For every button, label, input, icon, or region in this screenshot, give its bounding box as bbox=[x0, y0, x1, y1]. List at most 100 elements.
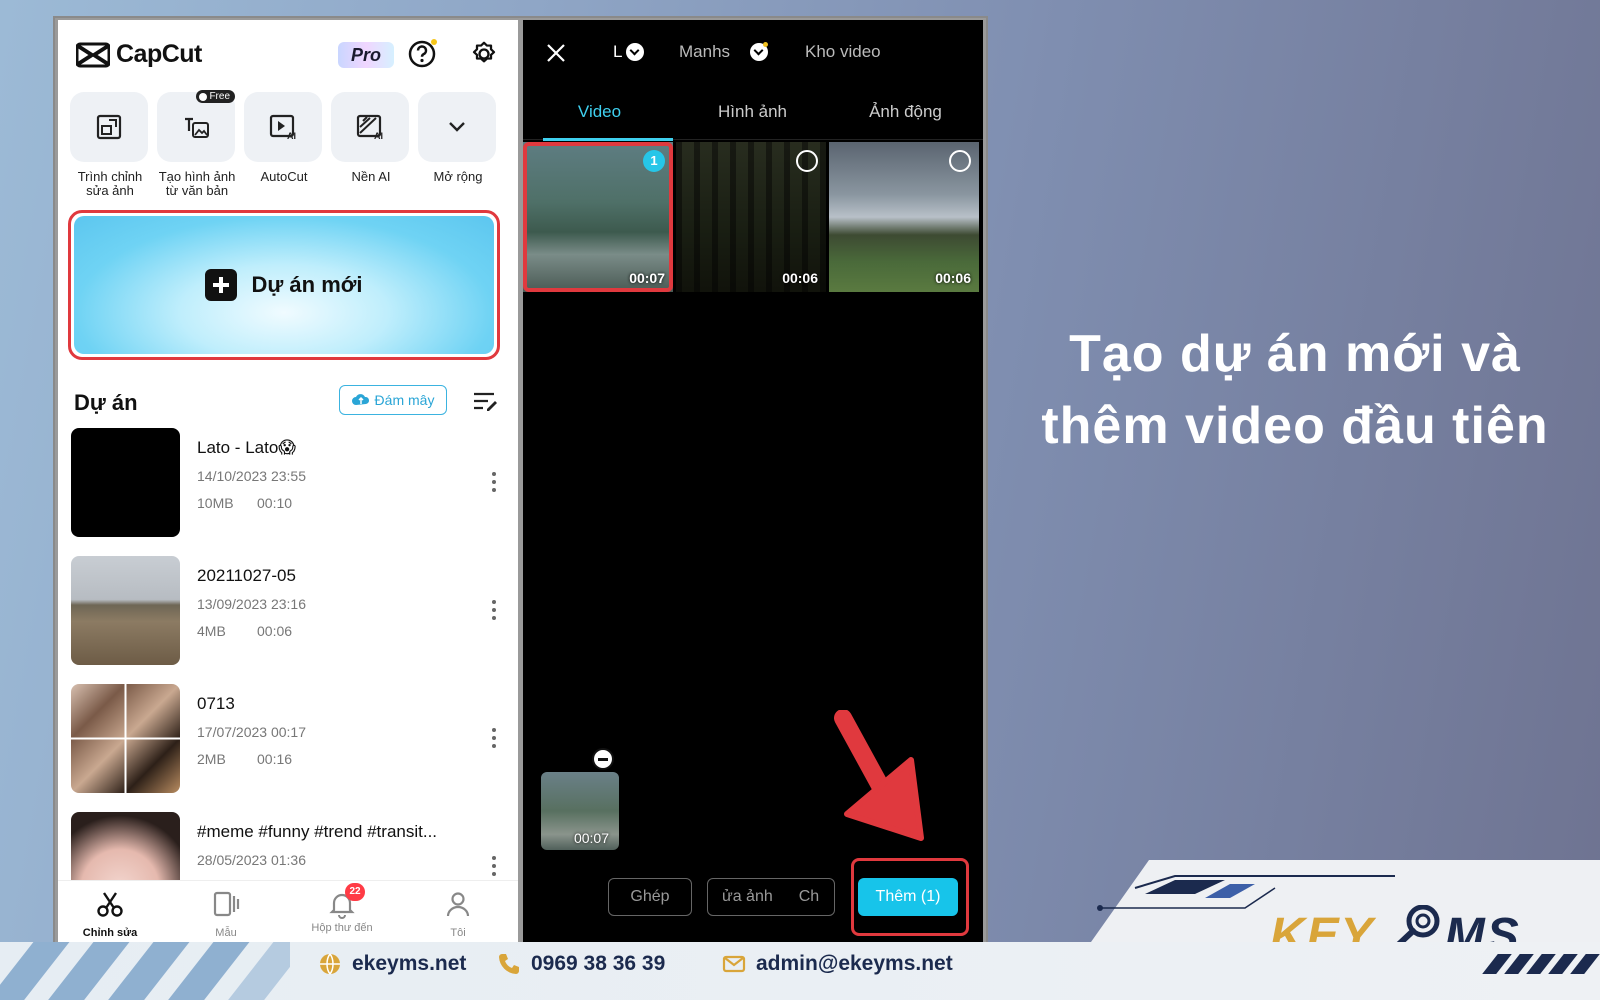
tab-gifs[interactable]: Ảnh động bbox=[829, 102, 982, 122]
media-duration: 00:06 bbox=[782, 270, 818, 286]
media-picker-screen: L Manhs Kho video Video Hình ảnh Ảnh độn… bbox=[523, 20, 983, 945]
tool-label: Mở rộng bbox=[433, 169, 483, 184]
tab-video[interactable]: Video bbox=[523, 102, 676, 122]
project-item[interactable]: 0713 17/07/2023 00:17 2MB 00:16 bbox=[71, 684, 501, 794]
merge-button[interactable]: Ghép bbox=[608, 878, 692, 916]
close-icon[interactable] bbox=[545, 42, 567, 64]
help-icon[interactable] bbox=[406, 38, 438, 70]
project-thumbnail bbox=[71, 556, 180, 665]
more-vertical-icon[interactable] bbox=[491, 728, 497, 750]
tool-ai-background[interactable]: AI Nền AI bbox=[331, 92, 411, 184]
app-header: CapCut Pro bbox=[58, 20, 518, 90]
new-project-highlight: Dự án mới bbox=[68, 210, 500, 360]
ai-background-icon: AI bbox=[356, 114, 383, 141]
red-arrow-annotation bbox=[834, 710, 924, 841]
project-date: 28/05/2023 01:36 bbox=[197, 852, 306, 868]
website-contact[interactable]: ekeyms.net bbox=[318, 952, 466, 976]
pro-button[interactable]: Pro bbox=[338, 42, 394, 68]
quick-tools: Trình chỉnh sửa ảnh Free Tạo hình ảnh từ… bbox=[70, 90, 510, 222]
picked-clip[interactable]: 00:07 bbox=[541, 772, 619, 850]
project-duration: 00:16 bbox=[257, 751, 293, 767]
add-button[interactable]: Thêm (1) bbox=[858, 878, 958, 916]
email-text: admin@ekeyms.net bbox=[756, 952, 953, 975]
video-library-tab[interactable]: Kho video bbox=[805, 42, 881, 62]
tool-ai-background-box[interactable]: AI bbox=[331, 92, 409, 162]
new-project-label: Dự án mới bbox=[251, 272, 363, 297]
project-date: 17/07/2023 00:17 bbox=[197, 724, 306, 740]
more-vertical-icon[interactable] bbox=[491, 472, 497, 494]
capcut-logo-icon bbox=[76, 42, 110, 67]
project-duration: 00:10 bbox=[257, 495, 293, 511]
cloud-button[interactable]: Đám mây bbox=[339, 385, 447, 415]
cloud-label: Đám mây bbox=[374, 392, 435, 408]
select-circle[interactable] bbox=[796, 150, 818, 172]
tool-photo-editor-box[interactable] bbox=[70, 92, 148, 162]
plus-icon bbox=[205, 269, 238, 301]
tool-photo-editor[interactable]: Trình chỉnh sửa ảnh bbox=[70, 92, 150, 198]
edit-photo-button[interactable]: ửa ảnh Ch bbox=[707, 878, 835, 916]
photo-editor-icon bbox=[96, 114, 122, 140]
picked-duration: 00:07 bbox=[573, 830, 609, 846]
project-thumbnail bbox=[71, 684, 180, 793]
tool-text-to-image-box[interactable]: Free bbox=[157, 90, 235, 162]
globe-icon bbox=[320, 953, 340, 975]
project-size: 10MB bbox=[197, 495, 234, 511]
headline-line-1: Tạo dự án mới và bbox=[1069, 325, 1521, 383]
selection-number: 1 bbox=[643, 150, 665, 172]
tool-text-to-image[interactable]: Free Tạo hình ảnh từ văn bản bbox=[157, 90, 237, 198]
capcut-home-screen: CapCut Pro Trình chỉnh sửa ảnh Free Tạo … bbox=[58, 20, 518, 945]
footer-stripes-right bbox=[1480, 954, 1600, 974]
remove-clip-icon[interactable] bbox=[592, 748, 614, 770]
media-item[interactable]: 00:06 bbox=[829, 142, 979, 292]
bell-wrap: 22 bbox=[327, 883, 365, 919]
tool-expand[interactable]: Mở rộng bbox=[418, 92, 498, 184]
settings-gear-icon[interactable] bbox=[468, 38, 500, 70]
tool-expand-box[interactable] bbox=[418, 92, 496, 162]
media-item[interactable]: 00:06 bbox=[676, 142, 826, 292]
project-title: Lato - Lato😱 bbox=[197, 438, 297, 457]
free-tag-label: Free bbox=[209, 91, 230, 102]
media-duration: 00:07 bbox=[629, 270, 665, 286]
headline-line-2: thêm video đầu tiên bbox=[1041, 397, 1549, 455]
free-tag: Free bbox=[196, 90, 235, 103]
new-project-button[interactable]: Dự án mới bbox=[74, 216, 494, 354]
project-title: 0713 bbox=[197, 694, 235, 713]
bottom-nav: Chỉnh sửa Mẫu 22 Hộp thư đến Tôi bbox=[58, 880, 518, 945]
new-dot bbox=[763, 42, 768, 47]
album-selector[interactable]: L bbox=[613, 42, 645, 62]
svg-text:AI: AI bbox=[287, 131, 296, 141]
tool-autocut-box[interactable]: AI bbox=[244, 92, 322, 162]
more-vertical-icon[interactable] bbox=[491, 600, 497, 622]
active-tab-indicator bbox=[543, 138, 673, 141]
footer-stripes bbox=[0, 942, 290, 1000]
headline: Tạo dự án mới và thêm video đầu tiên bbox=[1005, 318, 1585, 462]
email-contact[interactable]: admin@ekeyms.net bbox=[722, 952, 953, 976]
project-date: 14/10/2023 23:55 bbox=[197, 468, 306, 484]
tool-label: AutoCut bbox=[260, 169, 308, 184]
notification-badge: 22 bbox=[345, 883, 365, 901]
phone-contact[interactable]: 0969 38 36 39 bbox=[497, 952, 665, 976]
footer: ekeyms.net 0969 38 36 39 admin@ekeyms.ne… bbox=[0, 942, 1600, 1000]
nav-inbox[interactable]: 22 Hộp thư đến bbox=[292, 883, 392, 934]
media-duration: 00:06 bbox=[935, 270, 971, 286]
nav-label: Mẫu bbox=[215, 927, 237, 939]
select-circle[interactable] bbox=[949, 150, 971, 172]
more-vertical-icon[interactable] bbox=[491, 856, 497, 878]
tool-autocut[interactable]: AI AutoCut bbox=[244, 92, 324, 184]
mail-icon bbox=[722, 955, 746, 973]
nav-edit[interactable]: Chỉnh sửa bbox=[60, 889, 160, 939]
template-icon bbox=[213, 891, 240, 917]
project-item[interactable]: 20211027-05 13/09/2023 23:16 4MB 00:06 bbox=[71, 556, 501, 666]
media-item[interactable]: 1 00:07 bbox=[523, 142, 673, 292]
scissors-icon bbox=[97, 892, 123, 917]
album-name: Manhs bbox=[679, 42, 731, 61]
nav-templates[interactable]: Mẫu bbox=[176, 889, 276, 939]
album-selector[interactable]: Manhs bbox=[679, 42, 769, 62]
sort-edit-icon[interactable] bbox=[472, 390, 498, 412]
edit-photo-label-2: Ch bbox=[798, 888, 820, 905]
project-item[interactable]: Lato - Lato😱 14/10/2023 23:55 10MB 00:10 bbox=[71, 428, 501, 538]
edit-photo-label: ửa ảnh bbox=[722, 888, 773, 905]
chevron-down-icon bbox=[626, 43, 645, 61]
nav-profile[interactable]: Tôi bbox=[408, 889, 508, 939]
tab-images[interactable]: Hình ảnh bbox=[676, 102, 829, 122]
